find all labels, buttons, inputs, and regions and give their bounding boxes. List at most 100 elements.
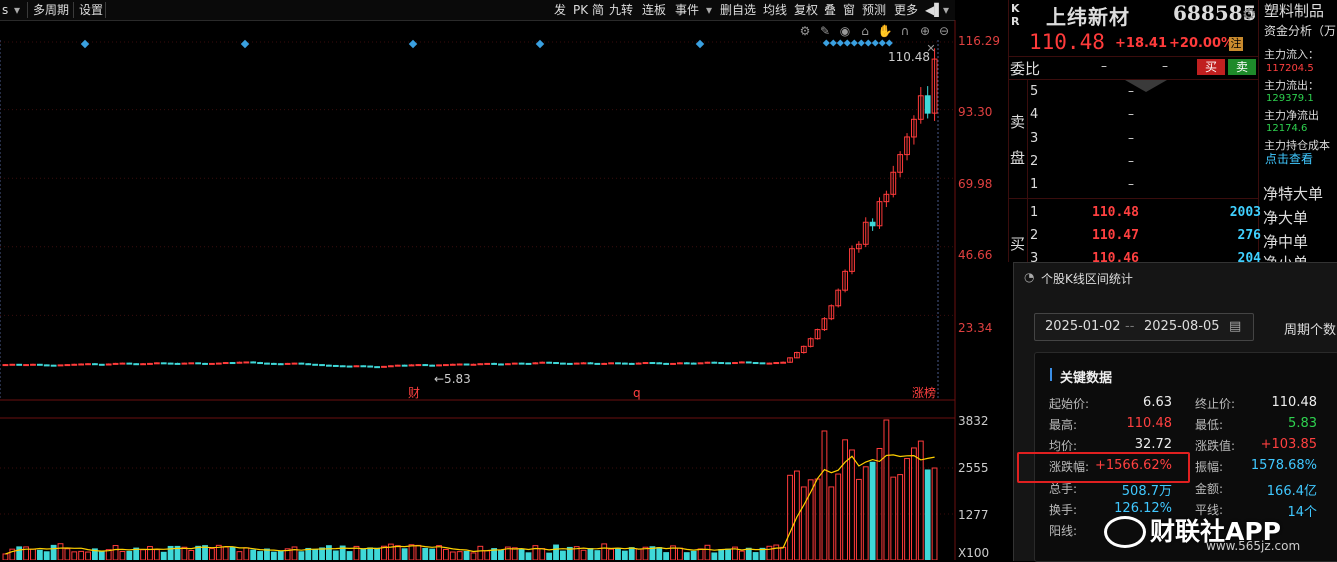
toolbar-fa[interactable]: 发	[552, 2, 568, 18]
volume-bar	[849, 449, 855, 560]
volume-bar	[98, 550, 105, 560]
view-link[interactable]: 点击查看	[1265, 150, 1313, 167]
volume-bar	[635, 548, 642, 560]
toolbar-jian[interactable]: 简	[590, 2, 606, 18]
candle-body	[126, 362, 133, 365]
candle-body	[697, 362, 704, 365]
candle-body	[332, 364, 339, 367]
toolbar-lianban[interactable]: 连板	[640, 2, 668, 18]
toolbar-dropdown-icon[interactable]: ▾	[941, 2, 951, 18]
toolbar-item-s[interactable]: s	[0, 2, 10, 18]
candle-body	[71, 363, 78, 366]
toolbar-pk[interactable]: PK	[571, 2, 590, 18]
volume-bar	[738, 550, 745, 560]
event-diamond-icon	[80, 39, 90, 49]
ask-price: –	[1128, 107, 1134, 121]
candle-body	[587, 362, 594, 365]
volume-bar	[773, 544, 780, 560]
volume-bar	[57, 543, 64, 560]
events-dropdown-icon[interactable]: ▾	[704, 2, 714, 18]
toolbar-more[interactable]: 更多	[892, 2, 920, 18]
bid-price: 110.48	[1092, 205, 1139, 220]
last-price: 110.48	[1029, 30, 1105, 54]
toolbar-jiuzhuan[interactable]: 九转	[607, 2, 635, 18]
candle-body	[209, 362, 215, 365]
volume-bar	[147, 546, 153, 560]
sell-button[interactable]: 卖	[1228, 59, 1256, 75]
toolbar-events[interactable]: 事件	[673, 2, 701, 18]
main-net-value: 12174.6	[1266, 123, 1308, 134]
volume-bar	[560, 550, 566, 560]
volume-bar	[2, 553, 9, 560]
event-diamond-icon	[843, 39, 851, 47]
price-tick-1: 116.29	[958, 34, 1000, 48]
event-diamond-icon	[857, 39, 865, 47]
date-separator: --	[1125, 319, 1135, 334]
volume-bar	[277, 550, 284, 560]
volume-bar	[429, 548, 436, 560]
volume-bar	[36, 549, 43, 560]
volume-bar	[188, 549, 195, 560]
toolbar-remove-watchlist[interactable]: 删自选	[718, 2, 758, 18]
date-end[interactable]: 2025-08-05	[1144, 319, 1220, 334]
candle-body	[23, 364, 29, 367]
candle-body	[367, 365, 374, 368]
volume-bar	[153, 549, 160, 560]
hand-icon: ✋	[878, 24, 893, 38]
sector-label[interactable]: 塑料制品	[1264, 0, 1324, 21]
volume-bar	[195, 545, 202, 560]
toolbar-multi-period[interactable]: 多周期	[31, 2, 71, 18]
volume-bar	[525, 552, 532, 560]
toolbar-forecast[interactable]: 预测	[860, 2, 888, 18]
toolbar-window[interactable]: 窗	[841, 2, 857, 18]
volume-unit: X100	[958, 546, 989, 560]
volume-bar	[449, 551, 456, 560]
volume-bar	[835, 473, 842, 560]
price-tick-5: 23.34	[958, 321, 992, 335]
volume-bar	[64, 548, 71, 560]
buy-button[interactable]: 买	[1197, 59, 1225, 75]
candle-body	[711, 361, 718, 364]
volume-bar	[236, 551, 243, 560]
candle-body	[147, 362, 153, 365]
candle-body	[491, 362, 497, 365]
candle-body	[394, 364, 401, 367]
panel-divider	[1258, 0, 1259, 262]
ask-level: 1	[1030, 177, 1039, 192]
calendar-icon[interactable]: ▤	[1229, 319, 1241, 334]
volume-bar	[890, 476, 897, 560]
bid-price: 110.47	[1092, 228, 1139, 243]
main-outflow-value: 129379.1	[1266, 93, 1314, 104]
kline-chart[interactable]: ⚙ ✎ ◉ ⌂ ✋ ∩ ⊕ ⊖✕ 116.29 93.30 69.98 46.66 23.34…	[0, 20, 1005, 560]
volume-bar	[415, 544, 422, 560]
event-diamond-icon	[829, 39, 837, 47]
candle-body	[264, 362, 270, 365]
candle-body	[270, 362, 277, 365]
candle-body	[229, 362, 236, 365]
toolbar-overlay[interactable]: 叠	[822, 2, 838, 18]
ask-level: 3	[1030, 131, 1039, 146]
key-data-value: 110.48	[1271, 395, 1318, 410]
ask-price: –	[1128, 177, 1134, 191]
volume-bar	[511, 547, 518, 560]
toolbar-adjust[interactable]: 复权	[792, 2, 820, 18]
buy-side-label: 买	[1010, 235, 1026, 253]
toolbar-settings[interactable]: 设置	[77, 2, 105, 18]
volume-bar	[904, 458, 910, 560]
volume-bar	[498, 550, 504, 560]
candle-body	[133, 363, 140, 366]
gear-icon[interactable]: ⚙	[1242, 4, 1256, 23]
toolbar-ma[interactable]: 均线	[761, 2, 789, 18]
main-inflow-label: 主力流入：	[1264, 48, 1319, 61]
dropdown-icon[interactable]: ▾	[12, 2, 22, 18]
event-diamond-icon	[864, 39, 872, 47]
event-markers	[80, 39, 893, 49]
volume-bar	[883, 419, 890, 560]
candle-body	[250, 361, 257, 364]
date-start[interactable]: 2025-01-02	[1045, 319, 1121, 334]
candle-body	[608, 362, 614, 365]
candle-body	[484, 362, 491, 365]
volume-bar	[683, 552, 690, 560]
candle-body	[704, 361, 711, 364]
candle-body	[553, 362, 559, 365]
